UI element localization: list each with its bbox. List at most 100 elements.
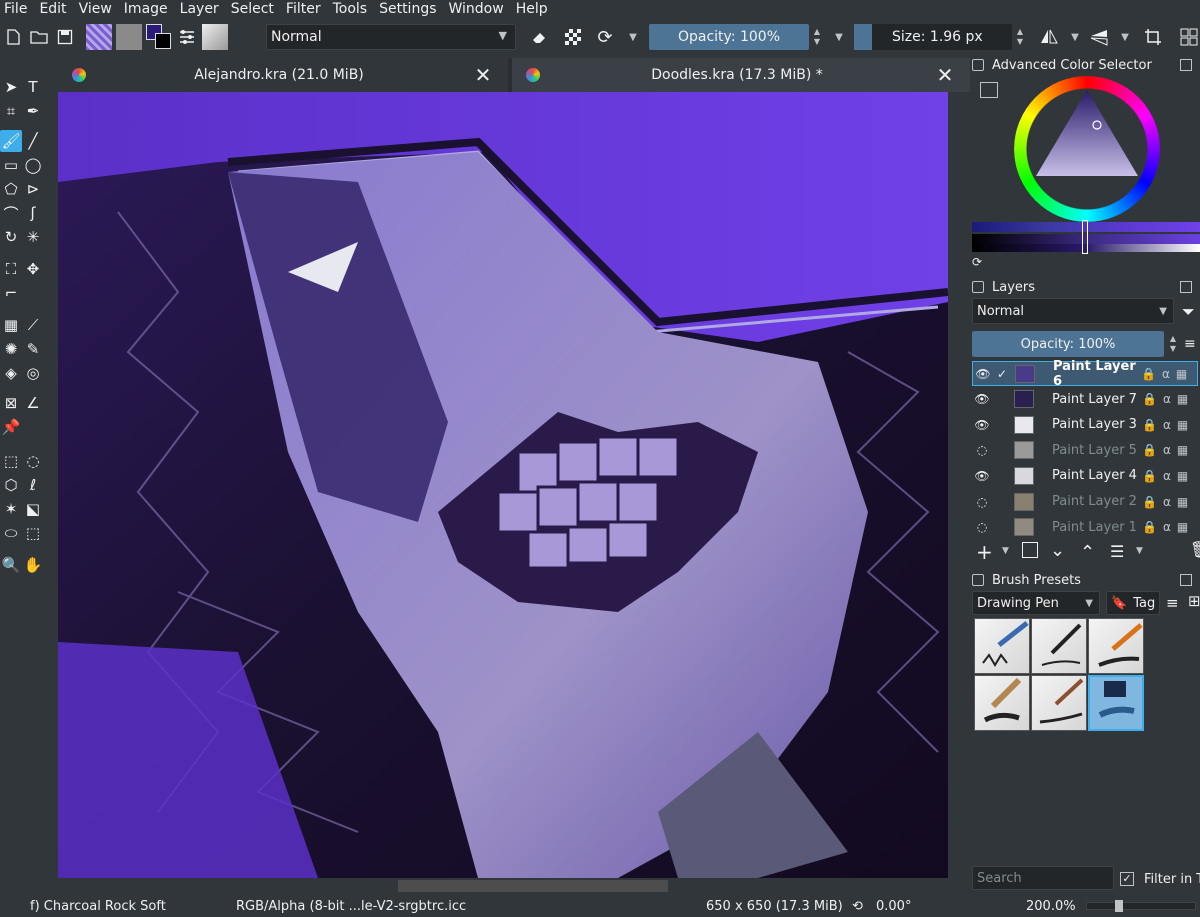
brush-preset-select[interactable]: Drawing Pen ▼	[972, 591, 1100, 615]
reference-tool-icon[interactable]: 📌	[0, 416, 22, 438]
menu-edit[interactable]: Edit	[33, 0, 72, 18]
alpha-lock-icon[interactable]: α	[1163, 495, 1171, 509]
bezier-select-icon[interactable]: ⬭	[0, 522, 22, 544]
menu-help[interactable]: Help	[510, 0, 554, 18]
magnetic-select-icon[interactable]: ⬚	[22, 522, 44, 544]
mirror-horizontal-icon[interactable]	[1036, 24, 1062, 50]
brush-preset-2[interactable]	[1031, 618, 1087, 674]
calligraphy-icon[interactable]: ✒	[22, 100, 44, 122]
filter-in-tag-checkbox[interactable]: ✓	[1120, 872, 1134, 886]
lock-icon[interactable]: 🔒	[1142, 443, 1157, 457]
pan-tool-icon[interactable]: ✋	[22, 554, 44, 576]
inherit-alpha-icon[interactable]: ▦	[1177, 392, 1188, 406]
zoom-tool-icon[interactable]: 🔍	[0, 554, 22, 576]
crop-tool-icon[interactable]: ⌐	[0, 282, 22, 304]
measure-tool-icon[interactable]: ∠	[22, 392, 44, 414]
brush-preset-5[interactable]	[1031, 675, 1087, 731]
layer-row[interactable]: 👁 Paint Layer 4 🔒 α ▦	[972, 463, 1198, 488]
opacity-spin-icon[interactable]: ▲ ▼	[810, 24, 824, 50]
inherit-alpha-icon[interactable]: ▦	[1177, 469, 1188, 483]
bezier-tool-icon[interactable]: ⌒	[0, 202, 22, 224]
menu-select[interactable]: Select	[225, 0, 280, 18]
refresh-icon[interactable]: ⟳	[972, 255, 982, 269]
reload-dropdown-icon[interactable]: ▼	[620, 24, 646, 50]
layer-opacity-spin-icon[interactable]: ▲ ▼	[1166, 331, 1180, 357]
menu-file[interactable]: File	[0, 0, 33, 18]
menu-layer[interactable]: Layer	[174, 0, 225, 18]
move-tool-icon[interactable]: ✥	[22, 258, 44, 280]
enclose-fill-icon[interactable]: ◎	[22, 362, 44, 384]
gradient-swatch-icon[interactable]	[116, 24, 142, 50]
blend-mode-select[interactable]: Normal ▼	[266, 24, 516, 50]
brush-settings-icon[interactable]	[174, 24, 200, 50]
docker-lock-icon[interactable]	[972, 59, 984, 71]
layer-opacity-slider[interactable]: Opacity: 100%	[972, 331, 1164, 357]
menu-window[interactable]: Window	[443, 0, 510, 18]
scrollbar-thumb[interactable]	[398, 880, 668, 892]
inherit-alpha-icon[interactable]: ▦	[1177, 418, 1188, 432]
freehand-brush-icon[interactable]: 🖌	[0, 130, 22, 152]
brush-preset-1[interactable]	[974, 618, 1030, 674]
close-icon[interactable]: ✕	[934, 63, 956, 87]
lock-icon[interactable]: 🔒	[1142, 469, 1157, 483]
layer-row[interactable]: 👁 Paint Layer 7 🔒 α ▦	[972, 387, 1198, 412]
layer-menu-icon[interactable]: ≡	[1184, 336, 1196, 352]
crop-wrap-icon[interactable]	[1140, 24, 1166, 50]
workspace-icon[interactable]	[1176, 24, 1200, 50]
size-slider[interactable]: Size: 1.96 px	[854, 24, 1012, 50]
mirror-h-dropdown-icon[interactable]: ▼	[1062, 24, 1088, 50]
hidden-eye-icon[interactable]: ◌	[972, 520, 992, 534]
ellipse-select-icon[interactable]: ◌	[22, 450, 44, 472]
text-tool-icon[interactable]: T	[22, 76, 44, 98]
layer-row[interactable]: 👁 ✓ Paint Layer 6 🔒 α ▦	[972, 359, 1198, 389]
zoom-slider[interactable]	[1086, 900, 1196, 912]
brush-preset-6[interactable]	[1088, 675, 1144, 731]
smart-patch-icon[interactable]: ✎	[22, 338, 44, 360]
vertical-scrollbar[interactable]	[948, 92, 970, 878]
dynamic-brush-icon[interactable]: ↻	[0, 226, 22, 248]
menu-settings[interactable]: Settings	[373, 0, 442, 18]
similar-select-icon[interactable]: ⬕	[22, 498, 44, 520]
color-picker-icon[interactable]: ⟋	[22, 314, 44, 336]
filter-icon[interactable]: ⏷	[1182, 302, 1195, 322]
menu-view[interactable]: View	[73, 0, 118, 18]
opacity-slider[interactable]: Opacity: 100%	[649, 24, 809, 50]
reload-preset-icon[interactable]: ⟳	[592, 24, 618, 50]
alpha-lock-icon[interactable]: α	[1163, 392, 1171, 406]
menu-image[interactable]: Image	[118, 0, 174, 18]
inherit-alpha-icon[interactable]: ▦	[1176, 367, 1187, 381]
multibrush-icon[interactable]: ✳	[22, 226, 44, 248]
inherit-alpha-icon[interactable]: ▦	[1177, 443, 1188, 457]
layer-properties-icon[interactable]: ☰	[1110, 542, 1124, 561]
tab-doodles[interactable]: Doodles.kra (17.3 MiB) * ✕	[512, 58, 970, 92]
eye-icon[interactable]: 👁	[972, 469, 992, 483]
brush-search-input[interactable]: Search	[972, 866, 1114, 890]
canvas[interactable]	[58, 92, 970, 878]
close-icon[interactable]: ✕	[472, 63, 494, 87]
rectangle-tool-icon[interactable]: ▭	[0, 154, 22, 176]
layer-row[interactable]: ◌ Paint Layer 2 🔒 α ▦	[972, 489, 1198, 514]
freehand-path-icon[interactable]: ʃ	[22, 202, 44, 224]
lock-icon[interactable]: 🔒	[1142, 495, 1157, 509]
alpha-lock-icon[interactable]	[560, 24, 586, 50]
alpha-lock-icon[interactable]: α	[1163, 418, 1171, 432]
lock-icon[interactable]: 🔒	[1142, 392, 1157, 406]
layer-blend-mode-select[interactable]: Normal ▼	[972, 298, 1174, 324]
move-layer-down-icon[interactable]: ⌄	[1050, 540, 1065, 561]
docker-lock-icon[interactable]	[972, 281, 984, 293]
fg-bg-color-icon[interactable]	[146, 24, 172, 50]
freehand-select-icon[interactable]: ℓ	[22, 474, 44, 496]
pattern-swatch-icon[interactable]	[86, 24, 112, 50]
hidden-eye-icon[interactable]: ◌	[972, 443, 992, 457]
tag-select[interactable]: 🔖 Tag	[1106, 591, 1160, 615]
zoom-slider-handle[interactable]	[1115, 900, 1123, 912]
inherit-alpha-icon[interactable]: ▦	[1177, 520, 1188, 534]
delete-layer-icon[interactable]: 🗑	[1190, 540, 1200, 559]
save-icon[interactable]	[52, 24, 78, 50]
inherit-alpha-icon[interactable]: ▦	[1177, 495, 1188, 509]
select-shapes-icon[interactable]: ➤	[0, 76, 22, 98]
size-spin-icon[interactable]: ▲ ▼	[1013, 24, 1027, 50]
lock-icon[interactable]: 🔒	[1142, 520, 1157, 534]
add-layer-dropdown-icon[interactable]: ▼	[1002, 546, 1009, 556]
horizontal-scrollbar[interactable]	[58, 878, 970, 894]
